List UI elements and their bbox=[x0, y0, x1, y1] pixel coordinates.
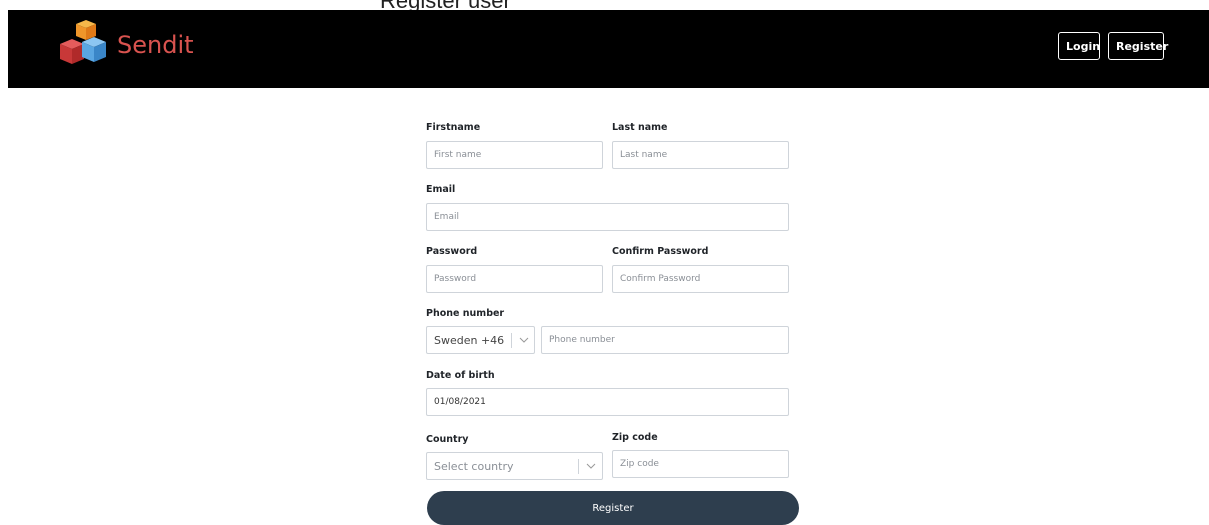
country-select-placeholder: Select country bbox=[434, 460, 514, 473]
select-separator bbox=[511, 333, 512, 348]
lastname-label: Last name bbox=[612, 122, 668, 133]
firstname-input[interactable] bbox=[426, 141, 603, 169]
navbar: Sendit Login Register bbox=[8, 10, 1209, 88]
country-select[interactable]: Select country bbox=[426, 452, 603, 480]
phone-label: Phone number bbox=[426, 308, 505, 319]
login-button[interactable]: Login bbox=[1058, 32, 1100, 60]
cubes-logo-icon bbox=[60, 20, 106, 64]
page-heading-text: Register user bbox=[380, 0, 511, 10]
confirm-password-input[interactable] bbox=[612, 265, 789, 293]
chevron-down-icon bbox=[586, 463, 596, 469]
password-label: Password bbox=[426, 246, 478, 257]
zip-code-input[interactable] bbox=[612, 450, 789, 478]
register-submit-button[interactable]: Register bbox=[427, 491, 799, 525]
confirm-password-label: Confirm Password bbox=[612, 246, 709, 257]
firstname-label: Firstname bbox=[426, 122, 481, 133]
select-separator bbox=[578, 459, 579, 474]
phone-number-input[interactable] bbox=[541, 326, 789, 354]
chevron-down-icon bbox=[519, 337, 529, 343]
password-input[interactable] bbox=[426, 265, 603, 293]
zip-label: Zip code bbox=[612, 432, 658, 443]
register-nav-button[interactable]: Register bbox=[1108, 32, 1168, 60]
phone-country-code-select[interactable]: Sweden +46 bbox=[426, 326, 535, 354]
phone-country-code-value: Sweden +46 bbox=[434, 334, 505, 347]
page-heading-clipped: Register user bbox=[0, 0, 1209, 10]
brand-name: Sendit bbox=[117, 31, 194, 59]
email-input[interactable] bbox=[426, 203, 789, 231]
dob-input[interactable] bbox=[426, 388, 789, 416]
email-label: Email bbox=[426, 184, 456, 195]
lastname-input[interactable] bbox=[612, 141, 789, 169]
dob-label: Date of birth bbox=[426, 370, 495, 381]
country-label: Country bbox=[426, 434, 469, 445]
